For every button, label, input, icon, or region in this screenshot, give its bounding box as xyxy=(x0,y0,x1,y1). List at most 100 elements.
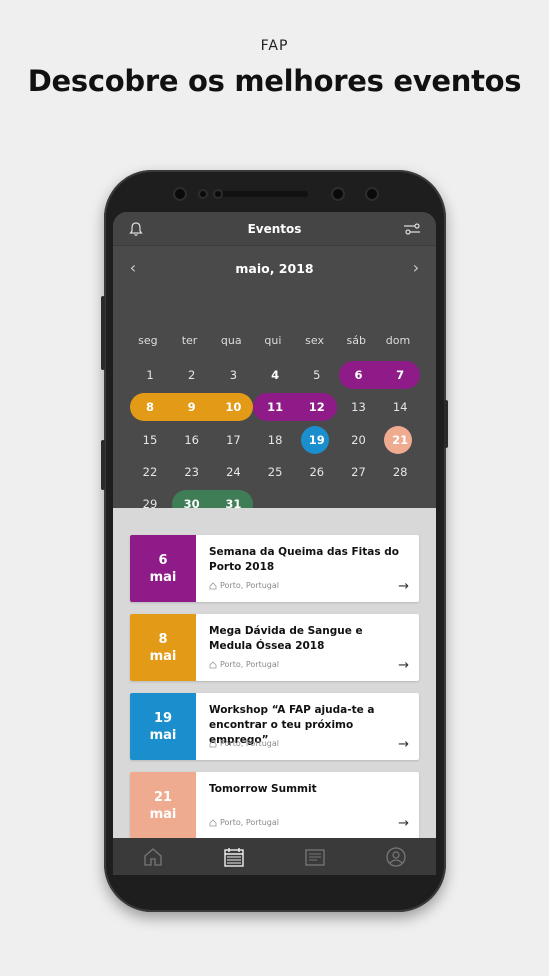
event-month: mai xyxy=(149,727,177,743)
app-title: Eventos xyxy=(247,222,302,236)
event-month: mai xyxy=(149,569,177,585)
event-day: 8 xyxy=(158,631,168,647)
event-title: Mega Dávida de Sangue e Medula Óssea 201… xyxy=(209,625,363,652)
phone-sensor xyxy=(200,191,206,197)
news-icon xyxy=(305,848,325,866)
event-card[interactable]: 6 mai Semana da Queima das Fitas do Port… xyxy=(130,535,419,602)
phone-volume-button xyxy=(101,296,105,370)
phone-side-button xyxy=(101,440,105,490)
calendar-day[interactable]: 15 xyxy=(134,427,166,453)
calendar-day[interactable]: 27 xyxy=(343,459,375,485)
weekday-label: sáb xyxy=(346,334,367,347)
calendar-day[interactable]: 14 xyxy=(384,394,416,420)
arrow-right-icon[interactable]: → xyxy=(398,737,409,752)
arrow-right-icon[interactable]: → xyxy=(398,579,409,594)
arrow-right-icon[interactable]: → xyxy=(398,658,409,673)
calendar-day[interactable]: 6 xyxy=(343,362,375,388)
tab-profile[interactable] xyxy=(355,838,436,875)
event-location: Porto, Portugal xyxy=(209,739,279,748)
tab-bar xyxy=(113,838,436,875)
calendar: ‹ maio, 2018 › seg ter qua qui sex sáb dom 1 2 3 4… xyxy=(113,246,436,519)
calendar-day[interactable]: 4 xyxy=(259,362,291,388)
phone-power-button xyxy=(444,400,448,448)
calendar-day[interactable]: 8 xyxy=(134,394,166,420)
app-screen: Eventos ‹ maio, 2018 › seg ter qua qui sex sá… xyxy=(113,212,436,875)
app-header: Eventos xyxy=(113,212,436,246)
event-location-text: Porto, Portugal xyxy=(220,818,279,827)
event-card[interactable]: 19 mai Workshop “A FAP ajuda-te a encont… xyxy=(130,693,419,760)
home-icon xyxy=(144,847,163,866)
calendar-day[interactable]: 21 xyxy=(384,427,416,453)
calendar-day[interactable]: 23 xyxy=(176,459,208,485)
event-title: Tomorrow Summit xyxy=(209,783,317,795)
event-title: Semana da Queima das Fitas do Porto 2018 xyxy=(209,546,400,573)
event-card[interactable]: 21 mai Tomorrow Summit Porto, Portugal → xyxy=(130,772,419,838)
event-date: 6 mai xyxy=(130,535,196,602)
event-location: Porto, Portugal xyxy=(209,660,279,669)
weekday-label: ter xyxy=(181,334,198,347)
home-icon xyxy=(209,818,217,826)
weekday-label: qui xyxy=(264,334,282,347)
arrow-right-icon[interactable]: → xyxy=(398,816,409,831)
calendar-day[interactable]: 20 xyxy=(343,427,375,453)
tab-calendar[interactable] xyxy=(194,838,275,875)
weekday-label: qua xyxy=(220,334,242,347)
calendar-day[interactable]: 3 xyxy=(217,362,249,388)
home-icon xyxy=(209,739,217,747)
month-title: maio, 2018 xyxy=(235,261,314,276)
phone-front-camera xyxy=(333,189,343,199)
phone-sensor xyxy=(215,191,221,197)
calendar-day[interactable]: 17 xyxy=(217,427,249,453)
calendar-day[interactable]: 2 xyxy=(176,362,208,388)
calendar-day[interactable]: 28 xyxy=(384,459,416,485)
phone-front-camera xyxy=(367,189,377,199)
profile-icon xyxy=(385,846,406,867)
phone-camera xyxy=(175,189,185,199)
home-icon xyxy=(209,660,217,668)
calendar-day[interactable]: 1 xyxy=(134,362,166,388)
month-row: ‹ maio, 2018 › xyxy=(113,246,436,286)
calendar-day[interactable]: 7 xyxy=(384,362,416,388)
calendar-day[interactable]: 22 xyxy=(134,459,166,485)
calendar-day[interactable]: 13 xyxy=(343,394,375,420)
calendar-day[interactable]: 19 xyxy=(301,427,333,453)
weekday-label: seg xyxy=(138,334,158,347)
calendar-day[interactable]: 5 xyxy=(301,362,333,388)
calendar-icon xyxy=(224,847,244,867)
calendar-day[interactable]: 25 xyxy=(259,459,291,485)
home-icon xyxy=(209,581,217,589)
calendar-day[interactable]: 26 xyxy=(301,459,333,485)
promo-headline: Descobre os melhores eventos xyxy=(27,64,522,98)
event-date: 21 mai xyxy=(130,772,196,838)
event-location-text: Porto, Portugal xyxy=(220,660,279,669)
event-day: 6 xyxy=(158,552,168,568)
event-location-text: Porto, Portugal xyxy=(220,739,279,748)
event-location: Porto, Portugal xyxy=(209,581,279,590)
calendar-day[interactable]: 24 xyxy=(217,459,249,485)
calendar-day[interactable]: 11 xyxy=(259,394,291,420)
calendar-day[interactable]: 18 xyxy=(259,427,291,453)
event-month: mai xyxy=(149,806,177,822)
event-day: 19 xyxy=(153,710,173,726)
calendar-day[interactable]: 10 xyxy=(217,394,249,420)
tab-home[interactable] xyxy=(113,838,194,875)
calendar-day[interactable]: 12 xyxy=(301,394,333,420)
chevron-right-icon[interactable]: › xyxy=(406,258,426,277)
calendar-day[interactable]: 9 xyxy=(176,394,208,420)
event-day: 21 xyxy=(153,789,173,805)
event-list: 6 mai Semana da Queima das Fitas do Port… xyxy=(113,508,436,838)
tab-news[interactable] xyxy=(275,838,356,875)
event-date: 19 mai xyxy=(130,693,196,760)
event-date: 8 mai xyxy=(130,614,196,681)
promo-brand: FAP xyxy=(260,38,289,54)
calendar-day[interactable]: 16 xyxy=(176,427,208,453)
event-card[interactable]: 8 mai Mega Dávida de Sangue e Medula Óss… xyxy=(130,614,419,681)
phone-speaker xyxy=(220,191,308,197)
filter-icon[interactable] xyxy=(402,220,422,238)
weekday-label: sex xyxy=(305,334,324,347)
event-location: Porto, Portugal xyxy=(209,818,279,827)
event-location-text: Porto, Portugal xyxy=(220,581,279,590)
weekday-header: seg ter qua qui sex sáb dom xyxy=(127,334,419,347)
event-month: mai xyxy=(149,648,177,664)
weekday-label: dom xyxy=(385,334,411,347)
